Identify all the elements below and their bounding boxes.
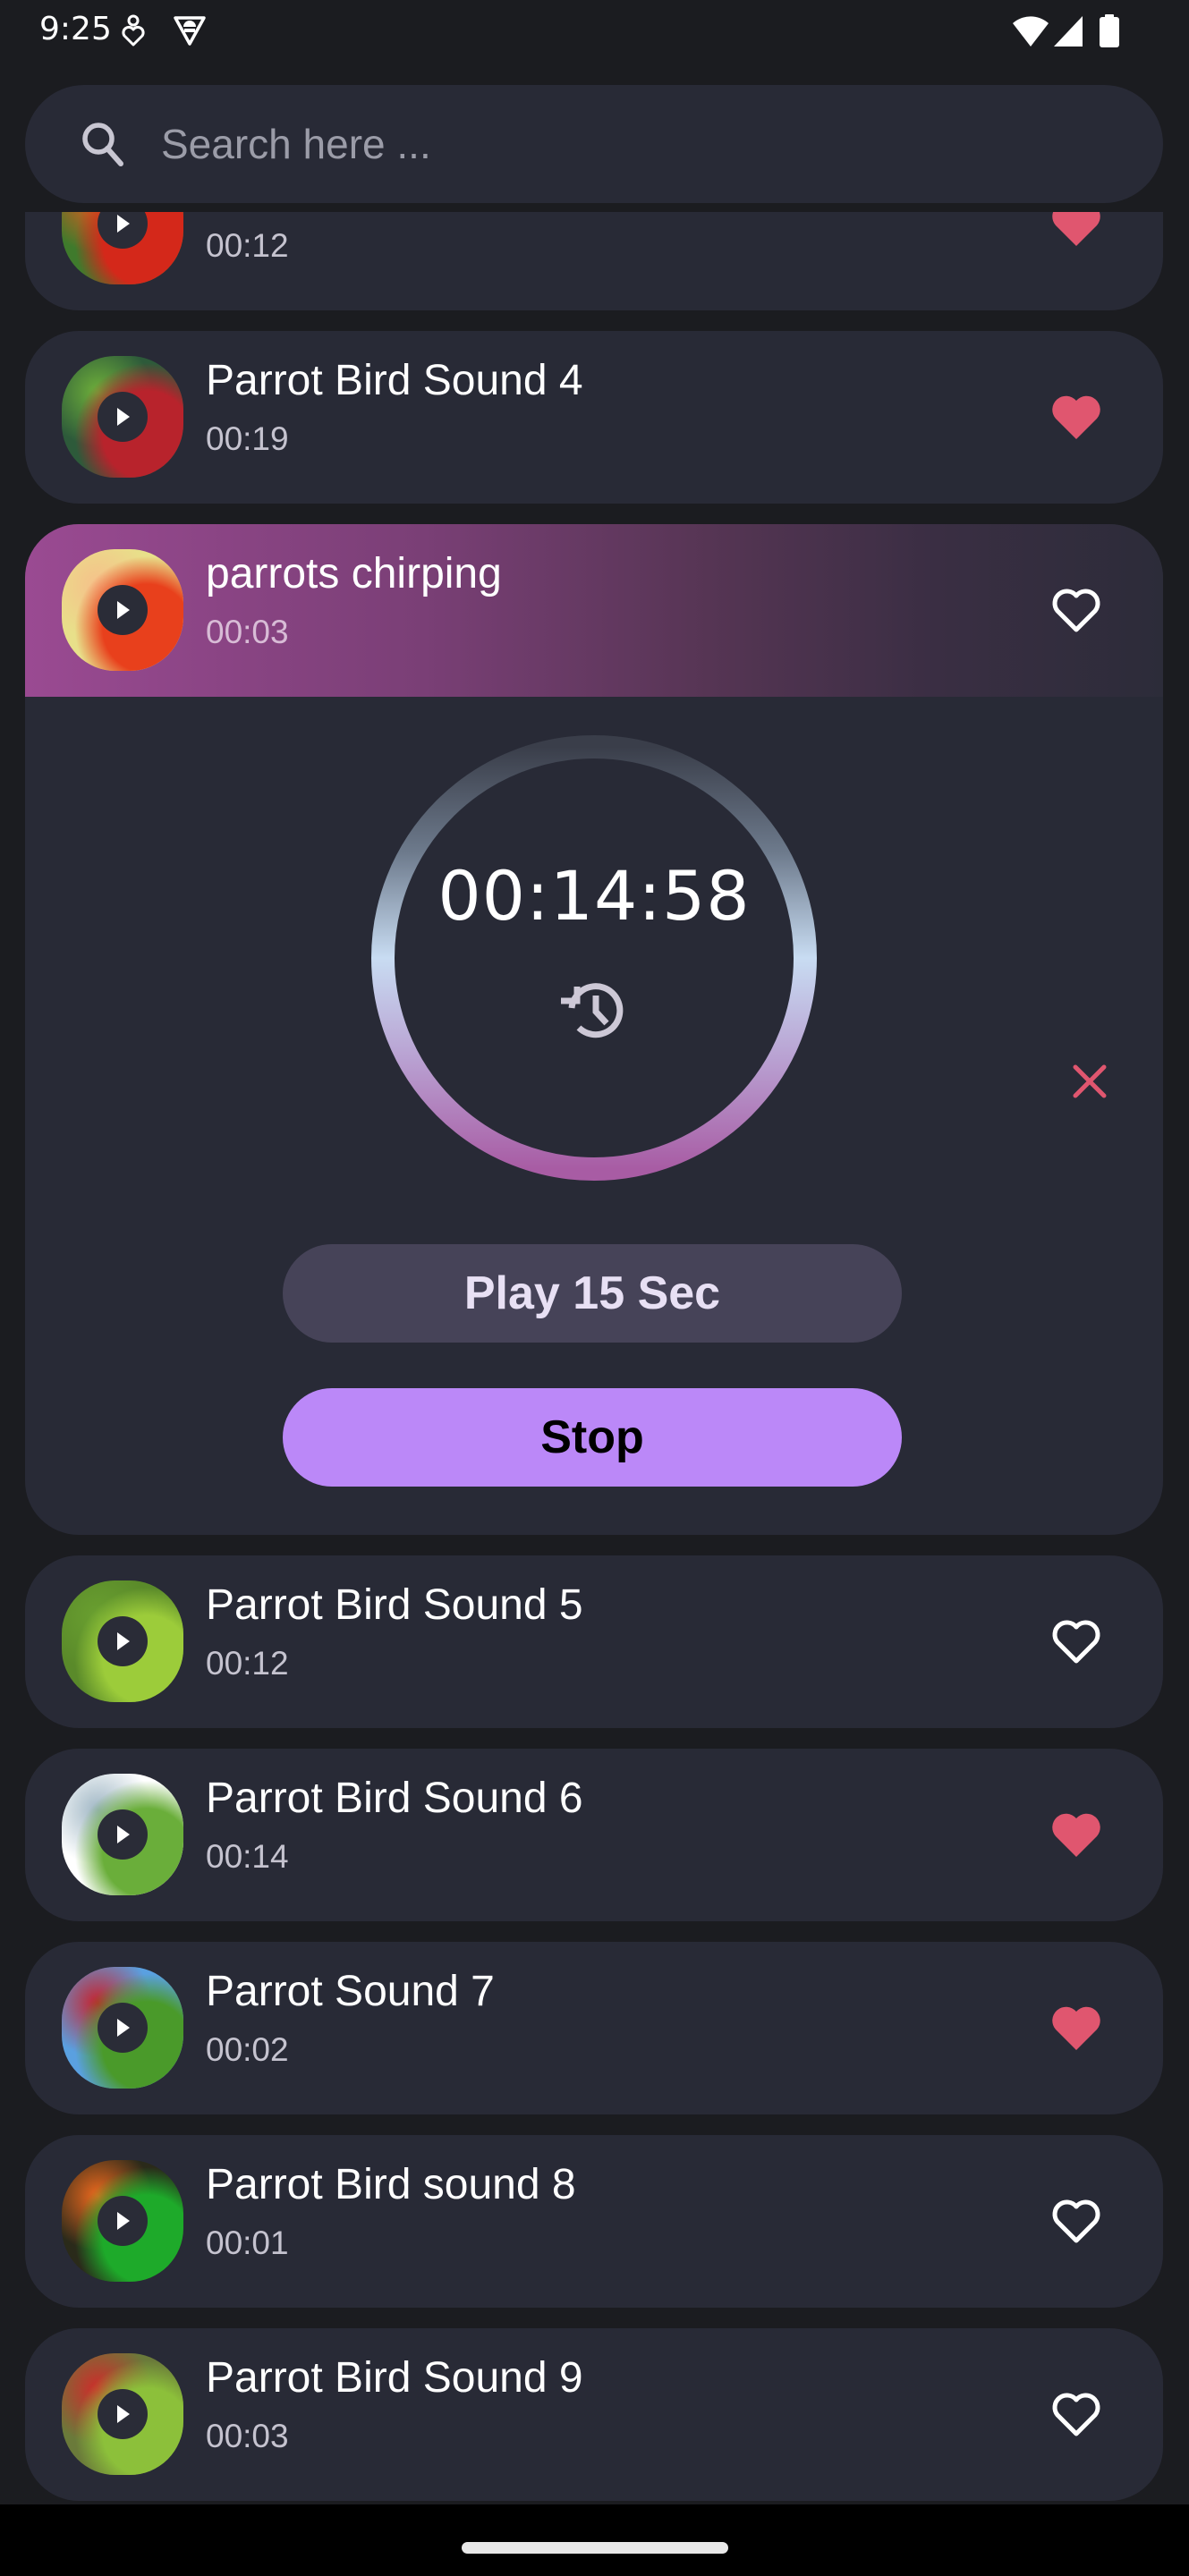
- heart-filled-icon: [1052, 1813, 1100, 1857]
- sound-duration: 00:03: [206, 2418, 289, 2454]
- sound-list[interactable]: Parrot Sound 3 00:12 Parrot Bird Sound 4…: [0, 212, 1189, 2504]
- sound-duration: 00:19: [206, 420, 289, 457]
- heart-filled-icon: [1052, 212, 1100, 246]
- heart-outline-icon: [1052, 589, 1100, 632]
- close-button[interactable]: [1065, 1056, 1115, 1106]
- sound-card[interactable]: Parrot Bird Sound 4 00:19: [25, 331, 1163, 504]
- timer-display: 00:14:58: [437, 856, 751, 936]
- sound-title: parrots chirping: [206, 550, 502, 597]
- timer-progress-arc: [371, 735, 817, 1181]
- play-button[interactable]: [98, 2003, 148, 2053]
- favorite-button[interactable]: [1047, 388, 1106, 447]
- sound-row[interactable]: Parrot Bird Sound 6 00:14: [25, 1749, 1163, 1921]
- play-15-sec-button[interactable]: Play 15 Sec: [283, 1244, 902, 1343]
- sound-row[interactable]: Parrot Bird sound 8 00:01: [25, 2135, 1163, 2308]
- sound-thumbnail[interactable]: [62, 2160, 183, 2282]
- play-button[interactable]: [98, 2389, 148, 2439]
- sound-card-expanded[interactable]: parrots chirping 00:03 00:14:58 Play 15 …: [25, 524, 1163, 1535]
- play-icon: [117, 1632, 130, 1650]
- sound-card[interactable]: Parrot Bird sound 8 00:01: [25, 2135, 1163, 2308]
- play-icon: [117, 1826, 130, 1843]
- timer-progress-ring: [371, 735, 817, 1181]
- signal-icon: [1052, 14, 1084, 53]
- heart-outline-icon: [1052, 2199, 1100, 2243]
- sound-row[interactable]: Parrot Bird Sound 4 00:19: [25, 331, 1163, 504]
- play-icon: [117, 2405, 130, 2423]
- sound-duration: 00:12: [206, 1645, 289, 1682]
- search-icon: [79, 112, 143, 176]
- play-button[interactable]: [98, 1809, 148, 1860]
- sound-card[interactable]: Parrot Sound 7 00:02: [25, 1942, 1163, 2114]
- health-icon: [121, 14, 146, 53]
- sound-thumbnail[interactable]: [62, 549, 183, 671]
- heart-filled-icon: [1052, 395, 1100, 439]
- favorite-button[interactable]: [1047, 212, 1106, 254]
- sound-title: Parrot Bird sound 8: [206, 2161, 576, 2208]
- play-icon: [117, 2019, 130, 2037]
- sound-duration: 00:14: [206, 1838, 289, 1875]
- sound-row[interactable]: Parrot Bird Sound 9 00:03: [25, 2328, 1163, 2501]
- home-gesture-handle[interactable]: [462, 2542, 728, 2554]
- sound-title: Parrot Bird Sound 4: [206, 357, 583, 404]
- sound-duration: 00:03: [206, 614, 289, 650]
- play-button[interactable]: [98, 2196, 148, 2246]
- sound-thumbnail[interactable]: [62, 1967, 183, 2089]
- status-time: 9:25: [39, 11, 112, 47]
- favorite-button[interactable]: [1047, 581, 1106, 640]
- play-icon: [117, 408, 130, 426]
- battery-icon: [1099, 14, 1120, 53]
- search-input[interactable]: [161, 120, 1056, 168]
- play-button[interactable]: [98, 392, 148, 442]
- play-button[interactable]: [98, 585, 148, 635]
- stop-button[interactable]: Stop: [283, 1388, 902, 1487]
- sound-row[interactable]: Parrot Bird Sound 5 00:12: [25, 1555, 1163, 1728]
- play-icon: [117, 2212, 130, 2230]
- favorite-button[interactable]: [1047, 1613, 1106, 1672]
- sound-thumbnail[interactable]: [62, 1580, 183, 1702]
- sound-duration: 00:01: [206, 2224, 289, 2261]
- sound-card[interactable]: Parrot Bird Sound 9 00:03: [25, 2328, 1163, 2501]
- sound-thumbnail[interactable]: [62, 2353, 183, 2475]
- heart-outline-icon: [1052, 2393, 1100, 2436]
- sound-title: Parrot Bird Sound 6: [206, 1775, 583, 1822]
- favorite-button[interactable]: [1047, 2385, 1106, 2445]
- close-icon: [1073, 1064, 1107, 1098]
- sound-thumbnail[interactable]: [62, 356, 183, 478]
- sound-title: Parrot Bird Sound 9: [206, 2354, 583, 2402]
- status-bar: 9:25: [0, 0, 1189, 63]
- sound-row[interactable]: Parrot Sound 3 00:12: [25, 212, 1163, 310]
- navigation-bar: [0, 2504, 1189, 2576]
- sound-title: Parrot Bird Sound 5: [206, 1581, 583, 1629]
- sound-card[interactable]: Parrot Bird Sound 6 00:14: [25, 1749, 1163, 1921]
- sound-duration: 00:12: [206, 227, 289, 264]
- shield-icon: [172, 14, 208, 51]
- sound-thumbnail[interactable]: [62, 1774, 183, 1895]
- favorite-button[interactable]: [1047, 1806, 1106, 1865]
- heart-outline-icon: [1052, 1620, 1100, 1664]
- sound-title: Parrot Sound 7: [206, 1968, 495, 2015]
- sound-thumbnail[interactable]: [62, 212, 183, 284]
- play-button[interactable]: [98, 1616, 148, 1666]
- timer-player: 00:14:58 Play 15 Sec Stop: [25, 697, 1163, 1535]
- sound-duration: 00:02: [206, 2031, 289, 2068]
- search-bar[interactable]: [25, 85, 1163, 203]
- favorite-button[interactable]: [1047, 2192, 1106, 2251]
- heart-filled-icon: [1052, 2006, 1100, 2050]
- wifi-icon: [1011, 14, 1050, 53]
- play-icon: [117, 215, 130, 233]
- history-icon[interactable]: [557, 974, 631, 1047]
- sound-card[interactable]: Parrot Sound 3 00:12: [25, 212, 1163, 310]
- sound-row[interactable]: parrots chirping 00:03: [25, 524, 1163, 697]
- play-icon: [117, 601, 130, 619]
- favorite-button[interactable]: [1047, 1999, 1106, 2058]
- sound-row[interactable]: Parrot Sound 7 00:02: [25, 1942, 1163, 2114]
- sound-card[interactable]: Parrot Bird Sound 5 00:12: [25, 1555, 1163, 1728]
